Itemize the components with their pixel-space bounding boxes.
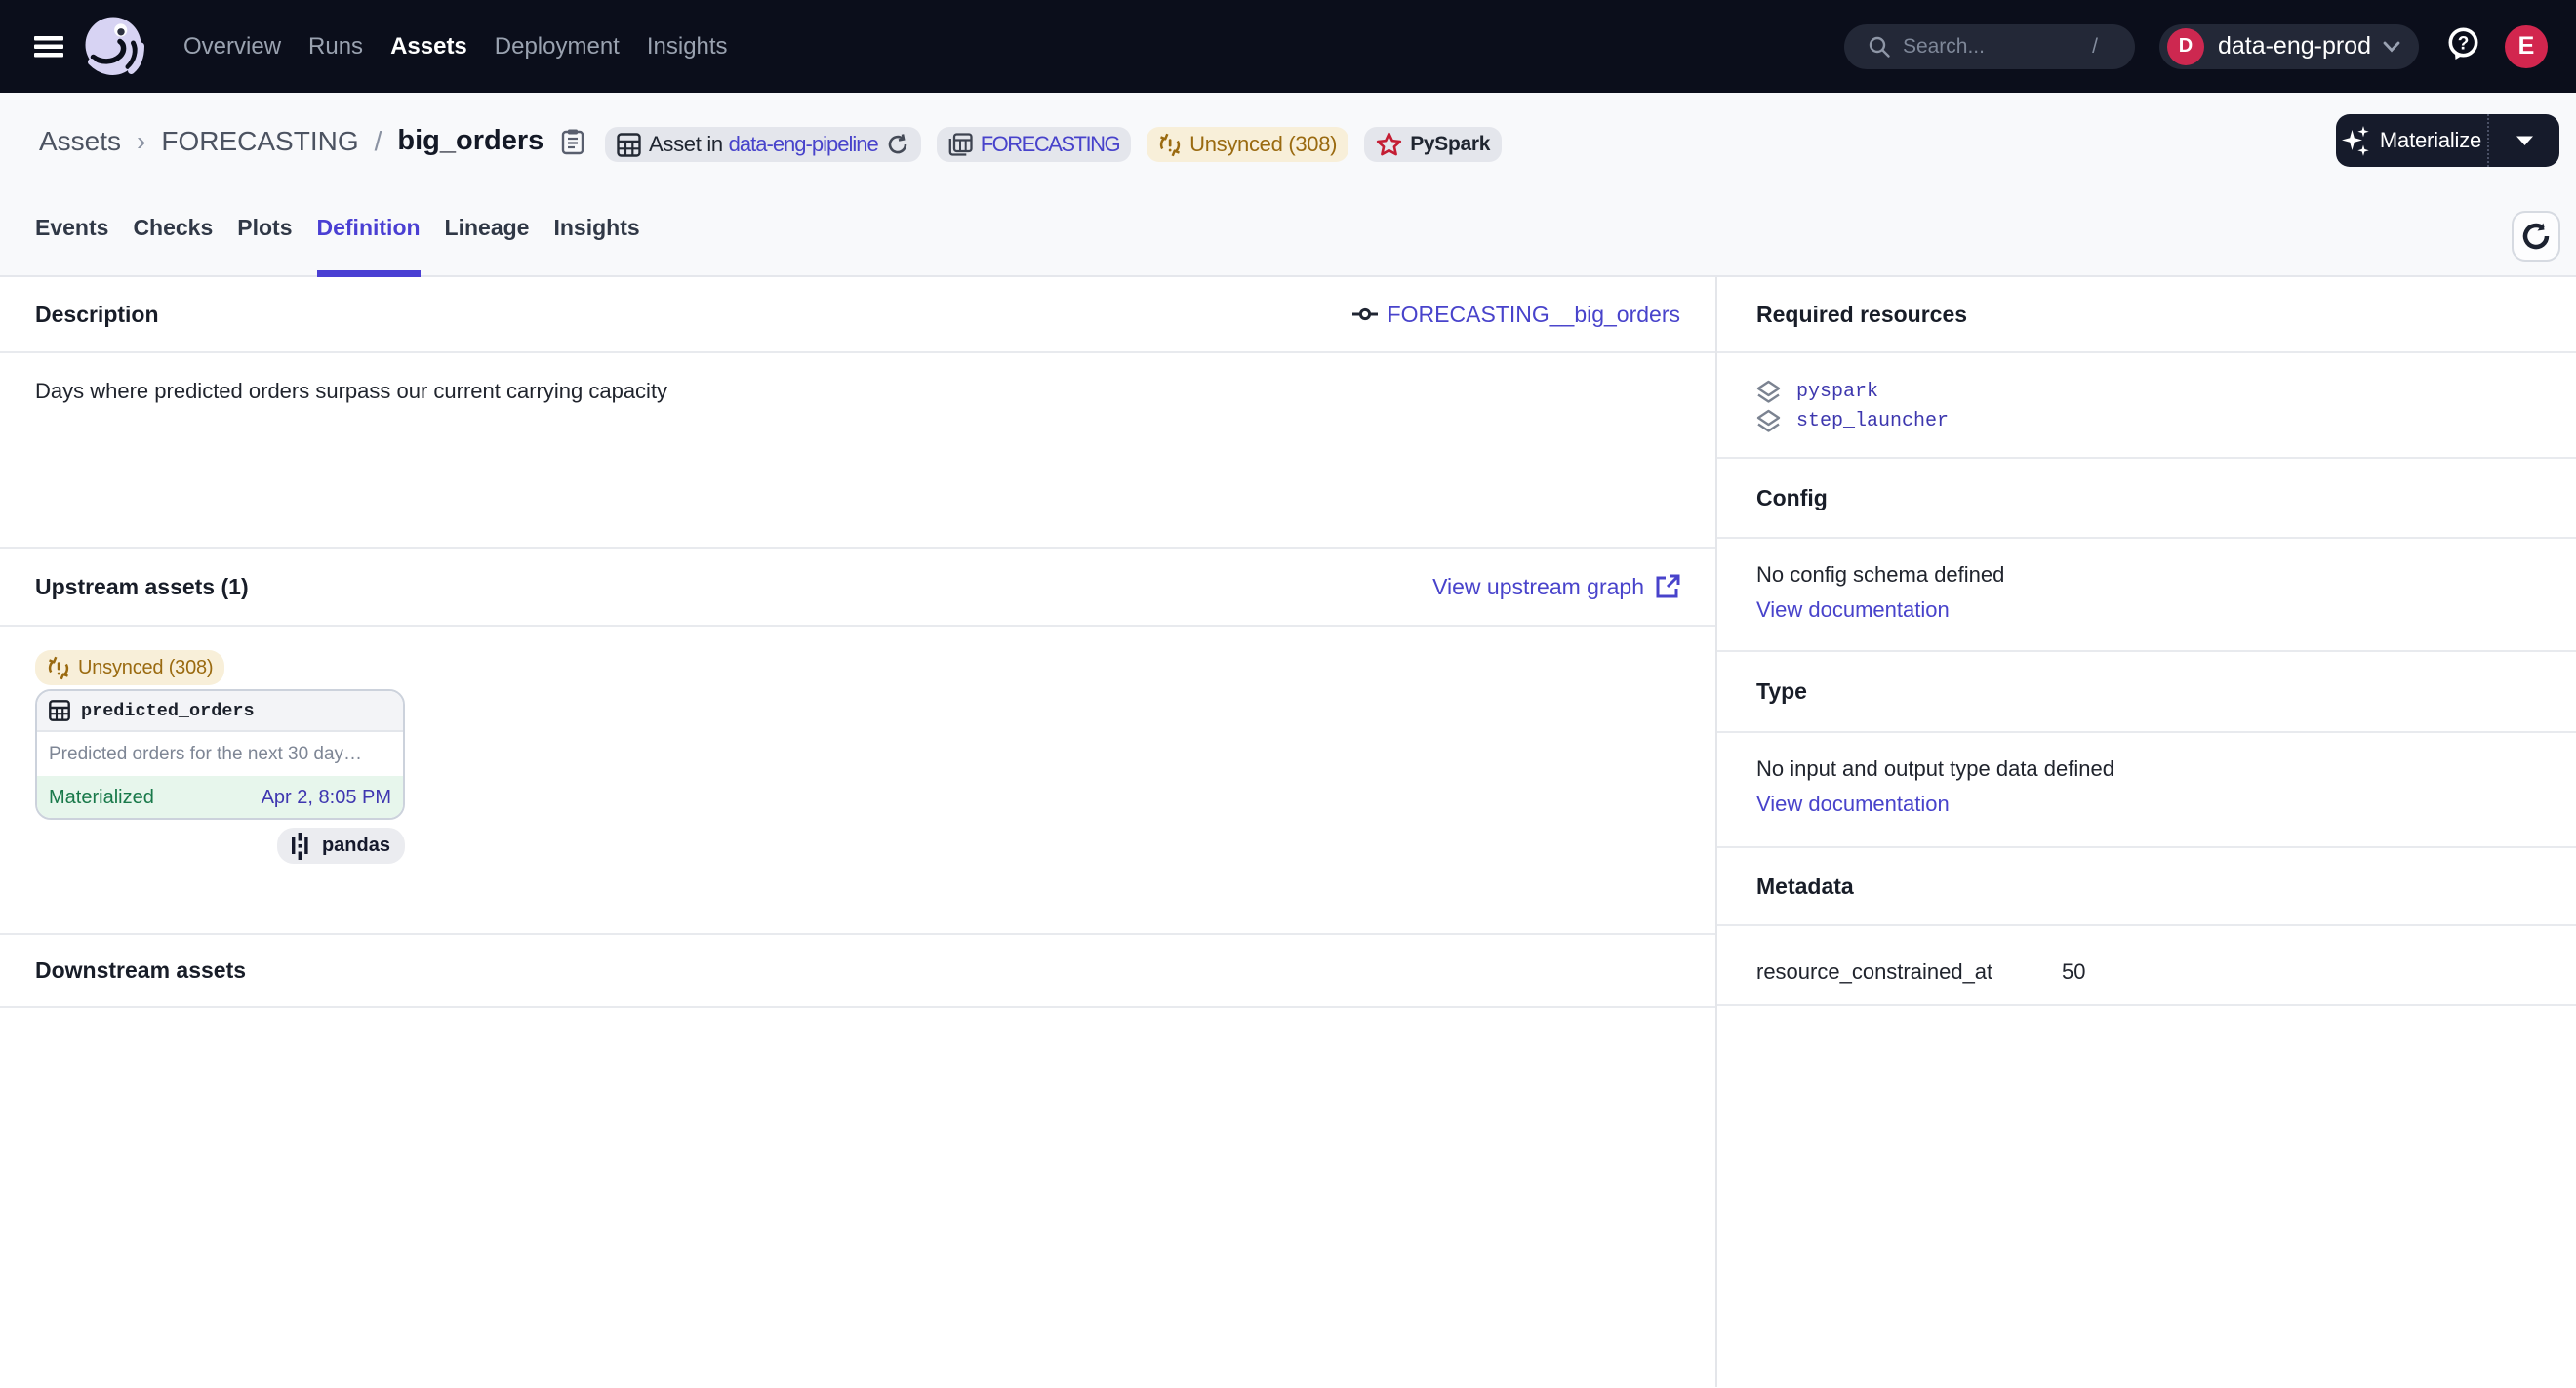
svg-text:?: ? [2458,33,2470,54]
